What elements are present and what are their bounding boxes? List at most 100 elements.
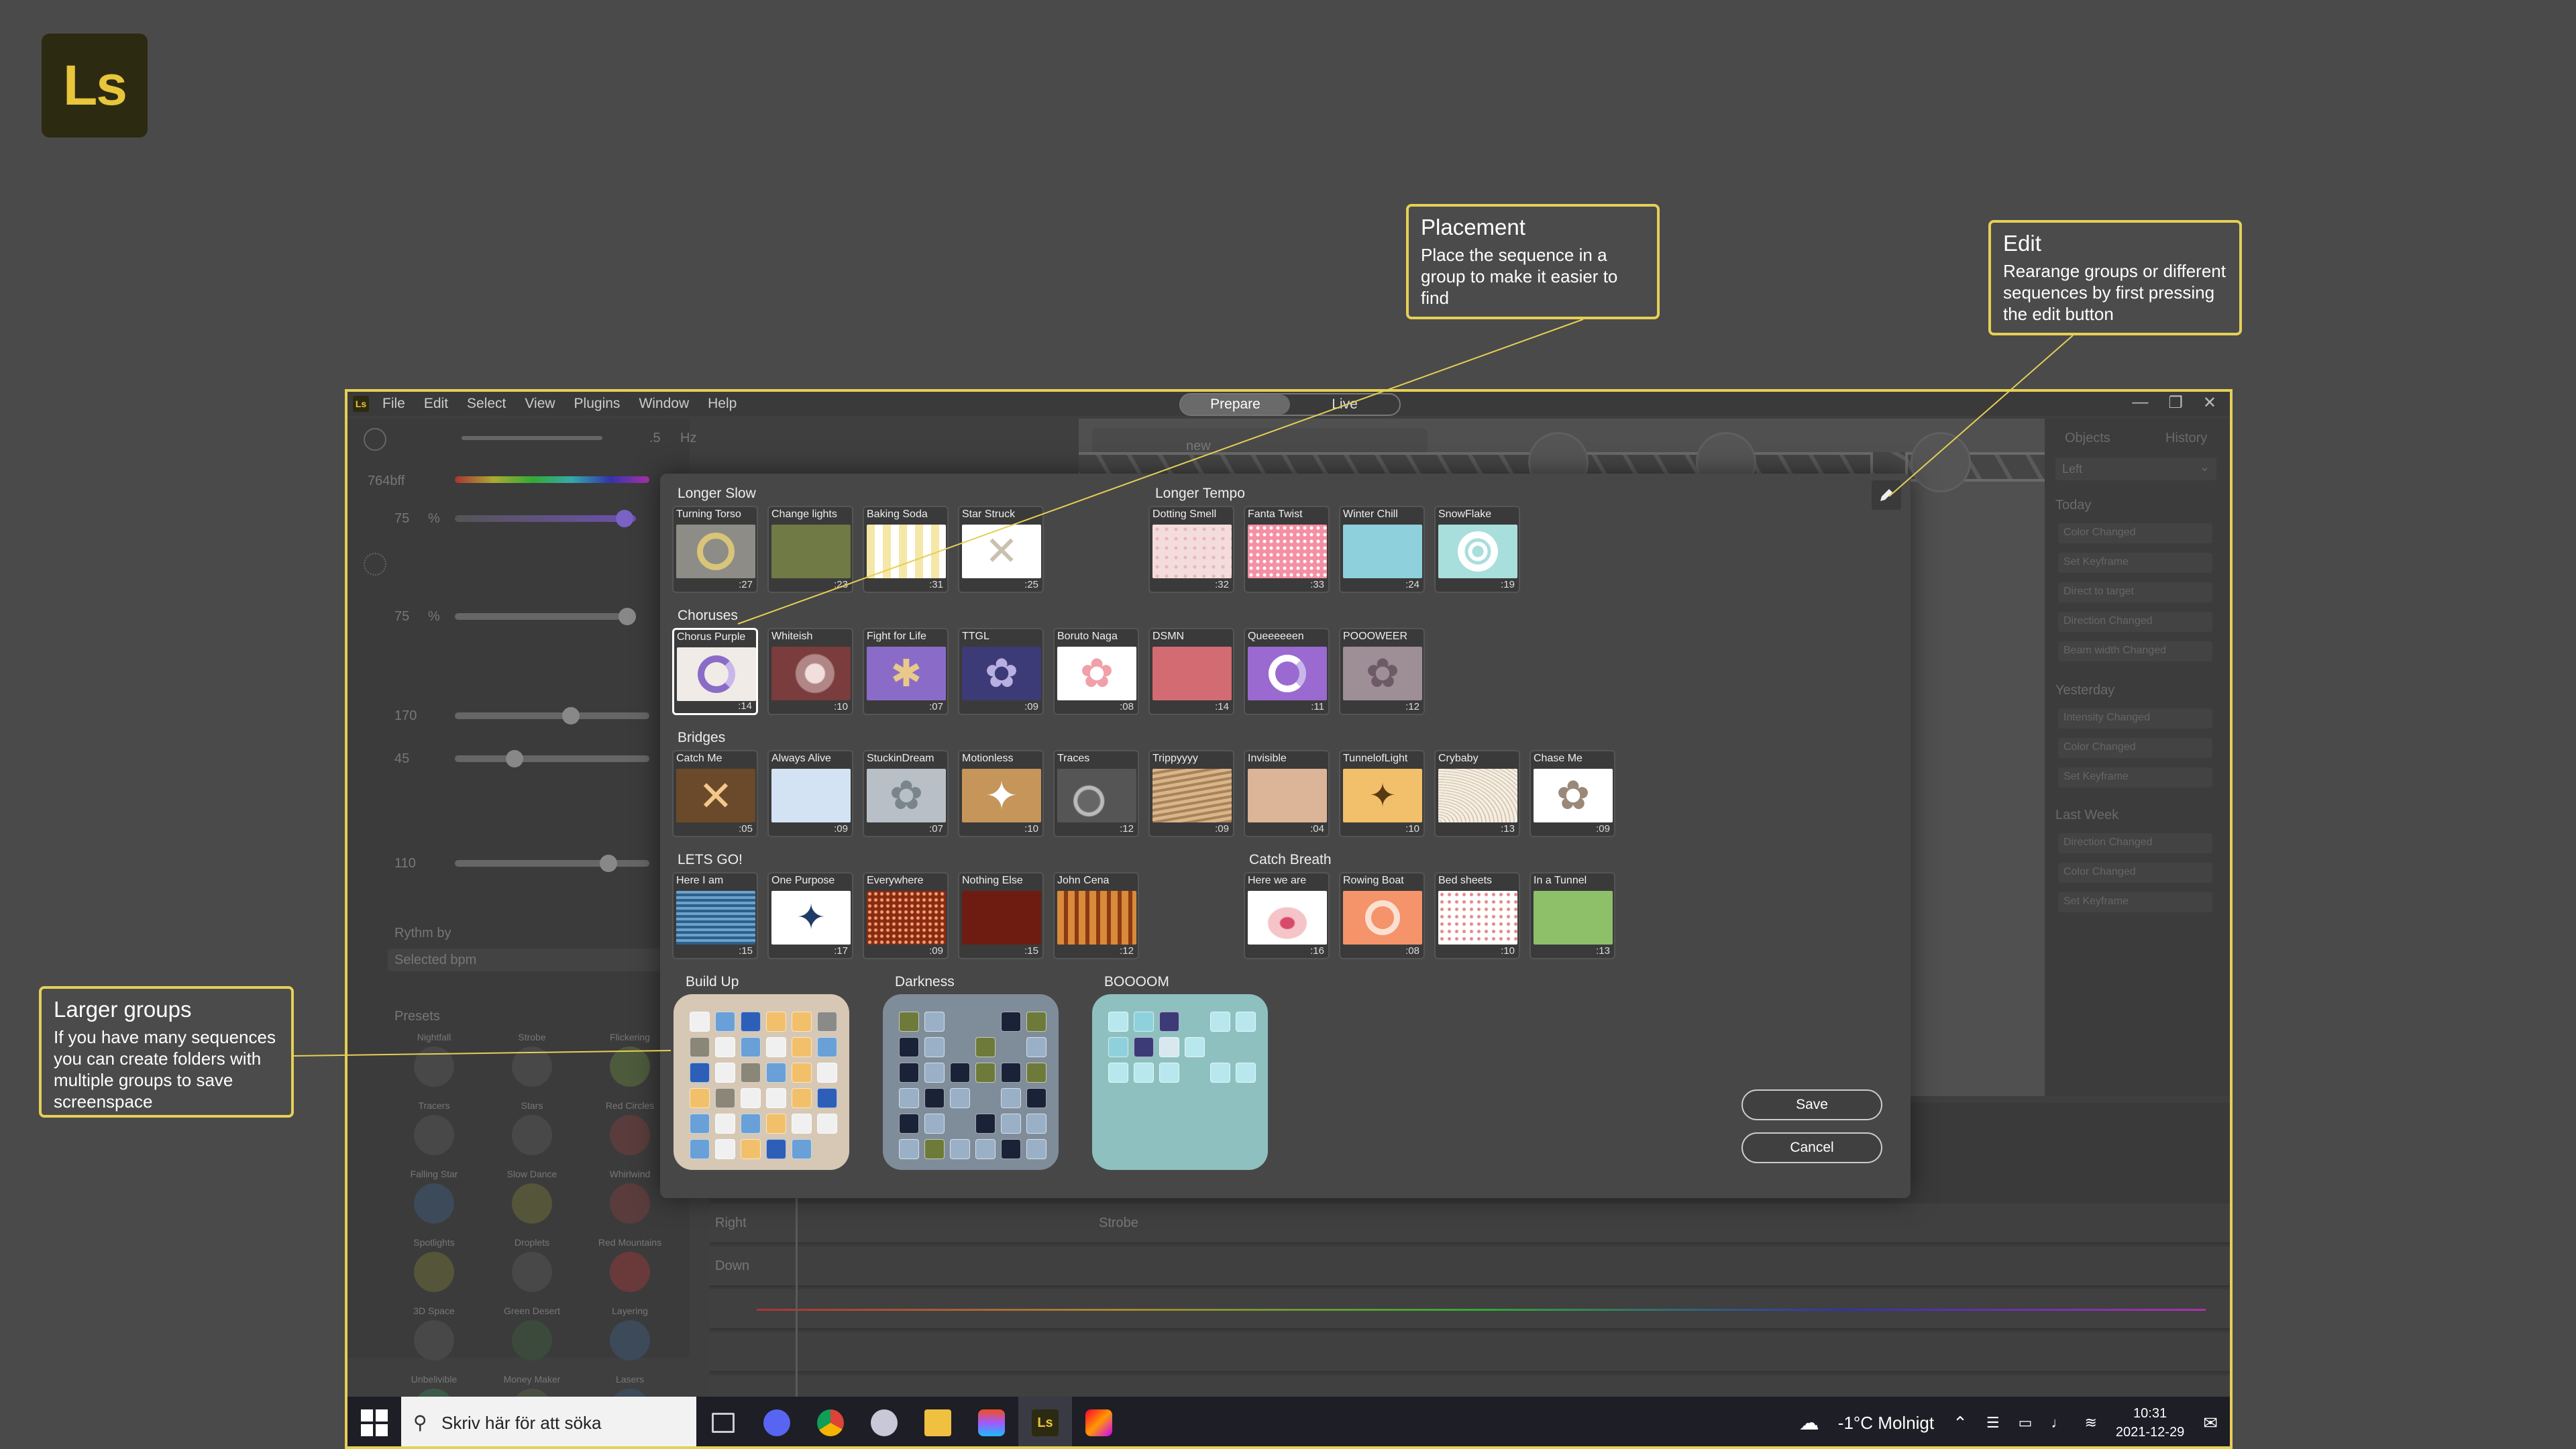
- sequence-tile[interactable]: Fight for Life ✱:07: [863, 628, 949, 715]
- dimmer-knob[interactable]: [619, 608, 636, 625]
- clock[interactable]: 10:31 2021-12-29: [2116, 1404, 2184, 1442]
- minimize-icon[interactable]: —: [2132, 393, 2148, 413]
- sequence-tile[interactable]: Chase Me ✿:09: [1529, 750, 1615, 837]
- taskbar-search-input[interactable]: ⚲ Skriv här för att söka: [401, 1397, 696, 1446]
- file-explorer-icon[interactable]: [911, 1397, 965, 1446]
- folder-build-up[interactable]: [674, 994, 849, 1170]
- preset-item[interactable]: Layering: [581, 1305, 679, 1374]
- mode-prepare-tab[interactable]: Prepare: [1181, 394, 1290, 415]
- sequence-tile[interactable]: Everywhere:09: [863, 872, 949, 959]
- sequence-tile[interactable]: Rowing Boat:08: [1339, 872, 1425, 959]
- sequence-tile[interactable]: Crybaby:13: [1434, 750, 1520, 837]
- chevron-up-icon[interactable]: ⌃: [1953, 1413, 1968, 1434]
- history-item[interactable]: Color Changed: [2058, 863, 2212, 883]
- group-title[interactable]: Longer Slow: [678, 486, 756, 502]
- hue-slider[interactable]: [455, 476, 649, 483]
- sequence-tile[interactable]: John Cena:12: [1053, 872, 1139, 959]
- group-title[interactable]: Choruses: [678, 608, 738, 624]
- history-item[interactable]: Beam width Changed: [2058, 641, 2212, 661]
- tilt-slider[interactable]: [455, 755, 649, 762]
- preset-item[interactable]: Nightfall: [385, 1032, 483, 1100]
- restore-icon[interactable]: ❐: [2168, 393, 2183, 413]
- preset-item[interactable]: Falling Star: [385, 1169, 483, 1237]
- preset-item[interactable]: Slow Dance: [483, 1169, 581, 1237]
- paint-icon[interactable]: [857, 1397, 911, 1446]
- folder-darkness[interactable]: [883, 994, 1059, 1170]
- volume-icon[interactable]: ♩: [2051, 1414, 2065, 1432]
- cancel-button[interactable]: Cancel: [1741, 1132, 1882, 1163]
- timeline-dimmer-row[interactable]: [710, 1332, 2230, 1373]
- sequence-tile[interactable]: Bed sheets:10: [1434, 872, 1520, 959]
- weather-text[interactable]: -1°C Molnigt: [1838, 1413, 1934, 1434]
- chrome-icon[interactable]: [804, 1397, 857, 1446]
- preset-item[interactable]: Droplets: [483, 1237, 581, 1305]
- history-item[interactable]: Direct to target: [2058, 582, 2212, 602]
- wifi-icon[interactable]: ≋: [2084, 1414, 2096, 1432]
- history-item[interactable]: Direction Changed: [2058, 833, 2212, 853]
- preset-item[interactable]: Stars: [483, 1100, 581, 1169]
- tilt-knob[interactable]: [506, 750, 523, 767]
- sequence-tile[interactable]: Always Alive:09: [767, 750, 853, 837]
- sequence-tile[interactable]: Here I am:15: [672, 872, 758, 959]
- tab-objects[interactable]: Objects: [2065, 431, 2110, 446]
- folder-booooom[interactable]: [1092, 994, 1268, 1170]
- sequence-tile[interactable]: Turning Torso:27: [672, 506, 758, 593]
- pan-slider[interactable]: [455, 712, 649, 719]
- discord-icon[interactable]: [750, 1397, 804, 1446]
- sequence-tile[interactable]: Traces:12: [1053, 750, 1139, 837]
- group-title[interactable]: Longer Tempo: [1155, 486, 1245, 502]
- sequence-tile[interactable]: Star Struck ✕:25: [958, 506, 1044, 593]
- menu-window[interactable]: Window: [629, 396, 698, 412]
- battery-icon[interactable]: ▭: [2019, 1414, 2033, 1432]
- save-button[interactable]: Save: [1741, 1089, 1882, 1120]
- sequence-tile[interactable]: Catch Me ✕:05: [672, 750, 758, 837]
- sequence-tile[interactable]: Whiteish:10: [767, 628, 853, 715]
- preset-item[interactable]: Red Mountains: [581, 1237, 679, 1305]
- timeline-color-row[interactable]: [710, 1289, 2230, 1330]
- group-title[interactable]: Bridges: [678, 730, 725, 746]
- sequence-tile[interactable]: One Purpose ✦:17: [767, 872, 853, 959]
- preset-item[interactable]: Tracers: [385, 1100, 483, 1169]
- menu-help[interactable]: Help: [698, 396, 746, 412]
- sequence-tile[interactable]: In a Tunnel:13: [1529, 872, 1615, 959]
- history-item[interactable]: Direction Changed: [2058, 612, 2212, 632]
- windows-start-icon[interactable]: [347, 1397, 401, 1446]
- creative-cloud-icon[interactable]: [1072, 1397, 1126, 1446]
- preset-item[interactable]: 3D Space: [385, 1305, 483, 1374]
- zoom-knob[interactable]: [600, 855, 617, 872]
- sequence-tile[interactable]: POOOWEER ✿:12: [1339, 628, 1425, 715]
- folder-title[interactable]: Build Up: [686, 974, 739, 990]
- sequence-tile[interactable]: Winter Chill:24: [1339, 506, 1425, 593]
- tab-history[interactable]: History: [2165, 431, 2207, 446]
- figma-icon[interactable]: [965, 1397, 1018, 1446]
- menu-file[interactable]: File: [373, 396, 415, 412]
- sequence-tile[interactable]: Chorus Purple:14: [672, 628, 758, 715]
- close-icon[interactable]: ✕: [2203, 393, 2216, 413]
- sequence-tile[interactable]: Trippyyyy:09: [1148, 750, 1234, 837]
- history-item[interactable]: Intensity Changed: [2058, 708, 2212, 729]
- group-title[interactable]: LETS GO!: [678, 852, 743, 868]
- history-item[interactable]: Set Keyframe: [2058, 767, 2212, 788]
- preset-item[interactable]: Strobe: [483, 1032, 581, 1100]
- sequence-tile[interactable]: Fanta Twist:33: [1244, 506, 1330, 593]
- sequence-tile[interactable]: Change lights:23: [767, 506, 853, 593]
- intensity-slider[interactable]: [455, 515, 636, 522]
- mode-live-tab[interactable]: Live: [1290, 394, 1399, 415]
- stage-lamp[interactable]: [1911, 432, 1971, 492]
- color-hex[interactable]: 764bff: [368, 474, 405, 489]
- rhythm-select[interactable]: Selected bpm: [388, 949, 669, 971]
- speed-slider[interactable]: [462, 436, 602, 440]
- network-icon[interactable]: ☰: [1986, 1414, 2000, 1432]
- sequence-tile[interactable]: Boruto Naga ✿:08: [1053, 628, 1139, 715]
- folder-title[interactable]: Darkness: [895, 974, 955, 990]
- pan-knob[interactable]: [562, 707, 580, 724]
- sequence-tile[interactable]: SnowFlake:19: [1434, 506, 1520, 593]
- sequence-tile[interactable]: DSMN:14: [1148, 628, 1234, 715]
- group-title[interactable]: Catch Breath: [1249, 852, 1332, 868]
- timeline-row[interactable]: Right Strobe: [710, 1203, 2230, 1244]
- sequence-tile[interactable]: StuckinDream ✿:07: [863, 750, 949, 837]
- history-item[interactable]: Color Changed: [2058, 523, 2212, 543]
- menu-select[interactable]: Select: [458, 396, 515, 412]
- folder-title[interactable]: BOOOOM: [1104, 974, 1169, 990]
- edit-button[interactable]: [1872, 480, 1901, 510]
